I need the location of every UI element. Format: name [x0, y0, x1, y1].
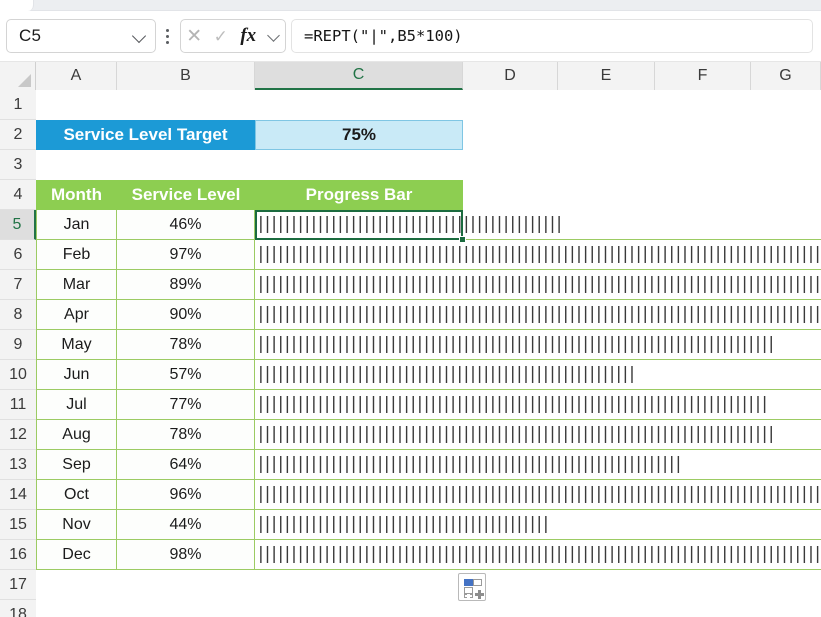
cell-service-level[interactable]: 77% [117, 390, 255, 420]
formula-bar: C5 ✕ ✓ fx =REPT("|",B5*100) [0, 11, 821, 62]
cell-progress-bar[interactable]: ||||||||||||||||||||||||||||||||||||||||… [255, 540, 821, 570]
cell-progress-bar[interactable]: ||||||||||||||||||||||||||||||||||||||||… [255, 450, 821, 480]
row-headers: 1 2 3 4 5 6 7 8 9 10 11 12 13 14 15 16 17 18 [0, 90, 36, 617]
row-header-13[interactable]: 13 [0, 450, 36, 480]
kebab-dot [165, 28, 169, 32]
cell-month[interactable]: Nov [36, 510, 117, 540]
row-header-18[interactable]: 18 [0, 600, 36, 617]
chevron-down-icon[interactable] [133, 30, 146, 43]
cell-month[interactable]: Aug [36, 420, 117, 450]
row-header-6[interactable]: 6 [0, 240, 36, 270]
cell-progress-bar[interactable]: ||||||||||||||||||||||||||||||||||||||||… [255, 360, 821, 390]
quick-analysis-icon[interactable] [458, 573, 486, 601]
qa-block-outline [473, 579, 482, 586]
row-header-16[interactable]: 16 [0, 540, 36, 570]
row-header-11[interactable]: 11 [0, 390, 36, 420]
row-header-1[interactable]: 1 [0, 90, 36, 120]
row-header-15[interactable]: 15 [0, 510, 36, 540]
cell-month[interactable]: May [36, 330, 117, 360]
fx-insert-function-icon[interactable]: fx [237, 24, 259, 48]
cell-month[interactable]: Dec [36, 540, 117, 570]
column-headers: ABCDEFG [0, 62, 821, 90]
spreadsheet-grid: ABCDEFG 1 2 3 4 5 6 7 8 9 10 11 12 13 14 15 16 17 18 Serv… [0, 62, 821, 617]
cell-service-level[interactable]: 64% [117, 450, 255, 480]
fill-handle[interactable] [459, 236, 466, 243]
column-header-d[interactable]: D [463, 62, 558, 90]
table-header-a: Month [36, 180, 117, 210]
cell-service-level[interactable]: 78% [117, 420, 255, 450]
qa-block-outline [464, 587, 473, 594]
cell-service-level[interactable]: 89% [117, 270, 255, 300]
cell-month[interactable]: Jan [36, 210, 117, 240]
cell-progress-bar[interactable]: ||||||||||||||||||||||||||||||||||||||||… [255, 240, 821, 270]
qa-block-filled [464, 579, 473, 586]
plus-icon [475, 590, 484, 599]
row-header-17[interactable]: 17 [0, 570, 36, 600]
ribbon-tab-stub [0, 0, 34, 11]
cell-service-level[interactable]: 90% [117, 300, 255, 330]
column-header-f[interactable]: F [655, 62, 751, 90]
row-header-10[interactable]: 10 [0, 360, 36, 390]
service-level-target-label[interactable]: Service Level Target [36, 120, 255, 150]
cell-service-level[interactable]: 78% [117, 330, 255, 360]
close-x-icon[interactable]: ✕ [184, 24, 204, 48]
cell-service-level[interactable]: 96% [117, 480, 255, 510]
row-header-3[interactable]: 3 [0, 150, 36, 180]
excel-window: C5 ✕ ✓ fx =REPT("|",B5*100) ABCDEFG 1234… [0, 0, 821, 617]
row-header-7[interactable]: 7 [0, 270, 36, 300]
cell-month[interactable]: Oct [36, 480, 117, 510]
cell-progress-bar[interactable]: ||||||||||||||||||||||||||||||||||||||||… [255, 420, 821, 450]
cell-service-level[interactable]: 97% [117, 240, 255, 270]
kebab-dot [165, 34, 169, 38]
cell-month[interactable]: Apr [36, 300, 117, 330]
chevron-down-icon[interactable] [266, 24, 282, 48]
cell-service-level[interactable]: 57% [117, 360, 255, 390]
cell-progress-bar[interactable]: ||||||||||||||||||||||||||||||||||||||||… [255, 510, 821, 540]
checkmark-icon[interactable]: ✓ [211, 24, 231, 48]
cell-progress-bar[interactable]: ||||||||||||||||||||||||||||||||||||||||… [255, 270, 821, 300]
cell-progress-bar[interactable]: ||||||||||||||||||||||||||||||||||||||||… [255, 300, 821, 330]
kebab-dot [165, 40, 169, 44]
column-header-c[interactable]: C [255, 62, 463, 90]
cell-month[interactable]: Feb [36, 240, 117, 270]
row-header-14[interactable]: 14 [0, 480, 36, 510]
cell-service-level[interactable]: 98% [117, 540, 255, 570]
cell-month[interactable]: Jun [36, 360, 117, 390]
cell-service-level[interactable]: 44% [117, 510, 255, 540]
name-box[interactable]: C5 [6, 19, 156, 53]
cell-service-level[interactable]: 46% [117, 210, 255, 240]
name-box-value: C5 [19, 26, 42, 45]
cell-month[interactable]: Sep [36, 450, 117, 480]
row-header-4[interactable]: 4 [0, 180, 36, 210]
cell-progress-bar[interactable]: ||||||||||||||||||||||||||||||||||||||||… [255, 390, 821, 420]
row-header-2[interactable]: 2 [0, 120, 36, 150]
cell-month[interactable]: Mar [36, 270, 117, 300]
cell-canvas: Service Level Target 75% Month Service Leve… [36, 90, 821, 617]
service-level-target-value[interactable]: 75% [255, 120, 463, 150]
more-options-icon[interactable] [156, 19, 178, 53]
qa-dashed-block [464, 594, 473, 598]
cell-progress-bar[interactable]: ||||||||||||||||||||||||||||||||||||||||… [255, 210, 821, 240]
row-header-12[interactable]: 12 [0, 420, 36, 450]
column-header-b[interactable]: B [117, 62, 255, 90]
column-header-g[interactable]: G [751, 62, 821, 90]
table-header-b: Service Level [117, 180, 255, 210]
cell-month[interactable]: Jul [36, 390, 117, 420]
row-header-9[interactable]: 9 [0, 330, 36, 360]
row-header-5[interactable]: 5 [0, 210, 36, 240]
table-header-c: Progress Bar [255, 180, 463, 210]
select-all-corner[interactable] [0, 62, 36, 90]
cell-progress-bar[interactable]: ||||||||||||||||||||||||||||||||||||||||… [255, 330, 821, 360]
row-header-8[interactable]: 8 [0, 300, 36, 330]
column-header-a[interactable]: A [36, 62, 117, 90]
ribbon-strip [0, 0, 821, 11]
formula-input[interactable]: =REPT("|",B5*100) [291, 19, 813, 53]
column-header-e[interactable]: E [558, 62, 655, 90]
cell-progress-bar[interactable]: ||||||||||||||||||||||||||||||||||||||||… [255, 480, 821, 510]
formula-bar-actions: ✕ ✓ fx [180, 19, 286, 53]
